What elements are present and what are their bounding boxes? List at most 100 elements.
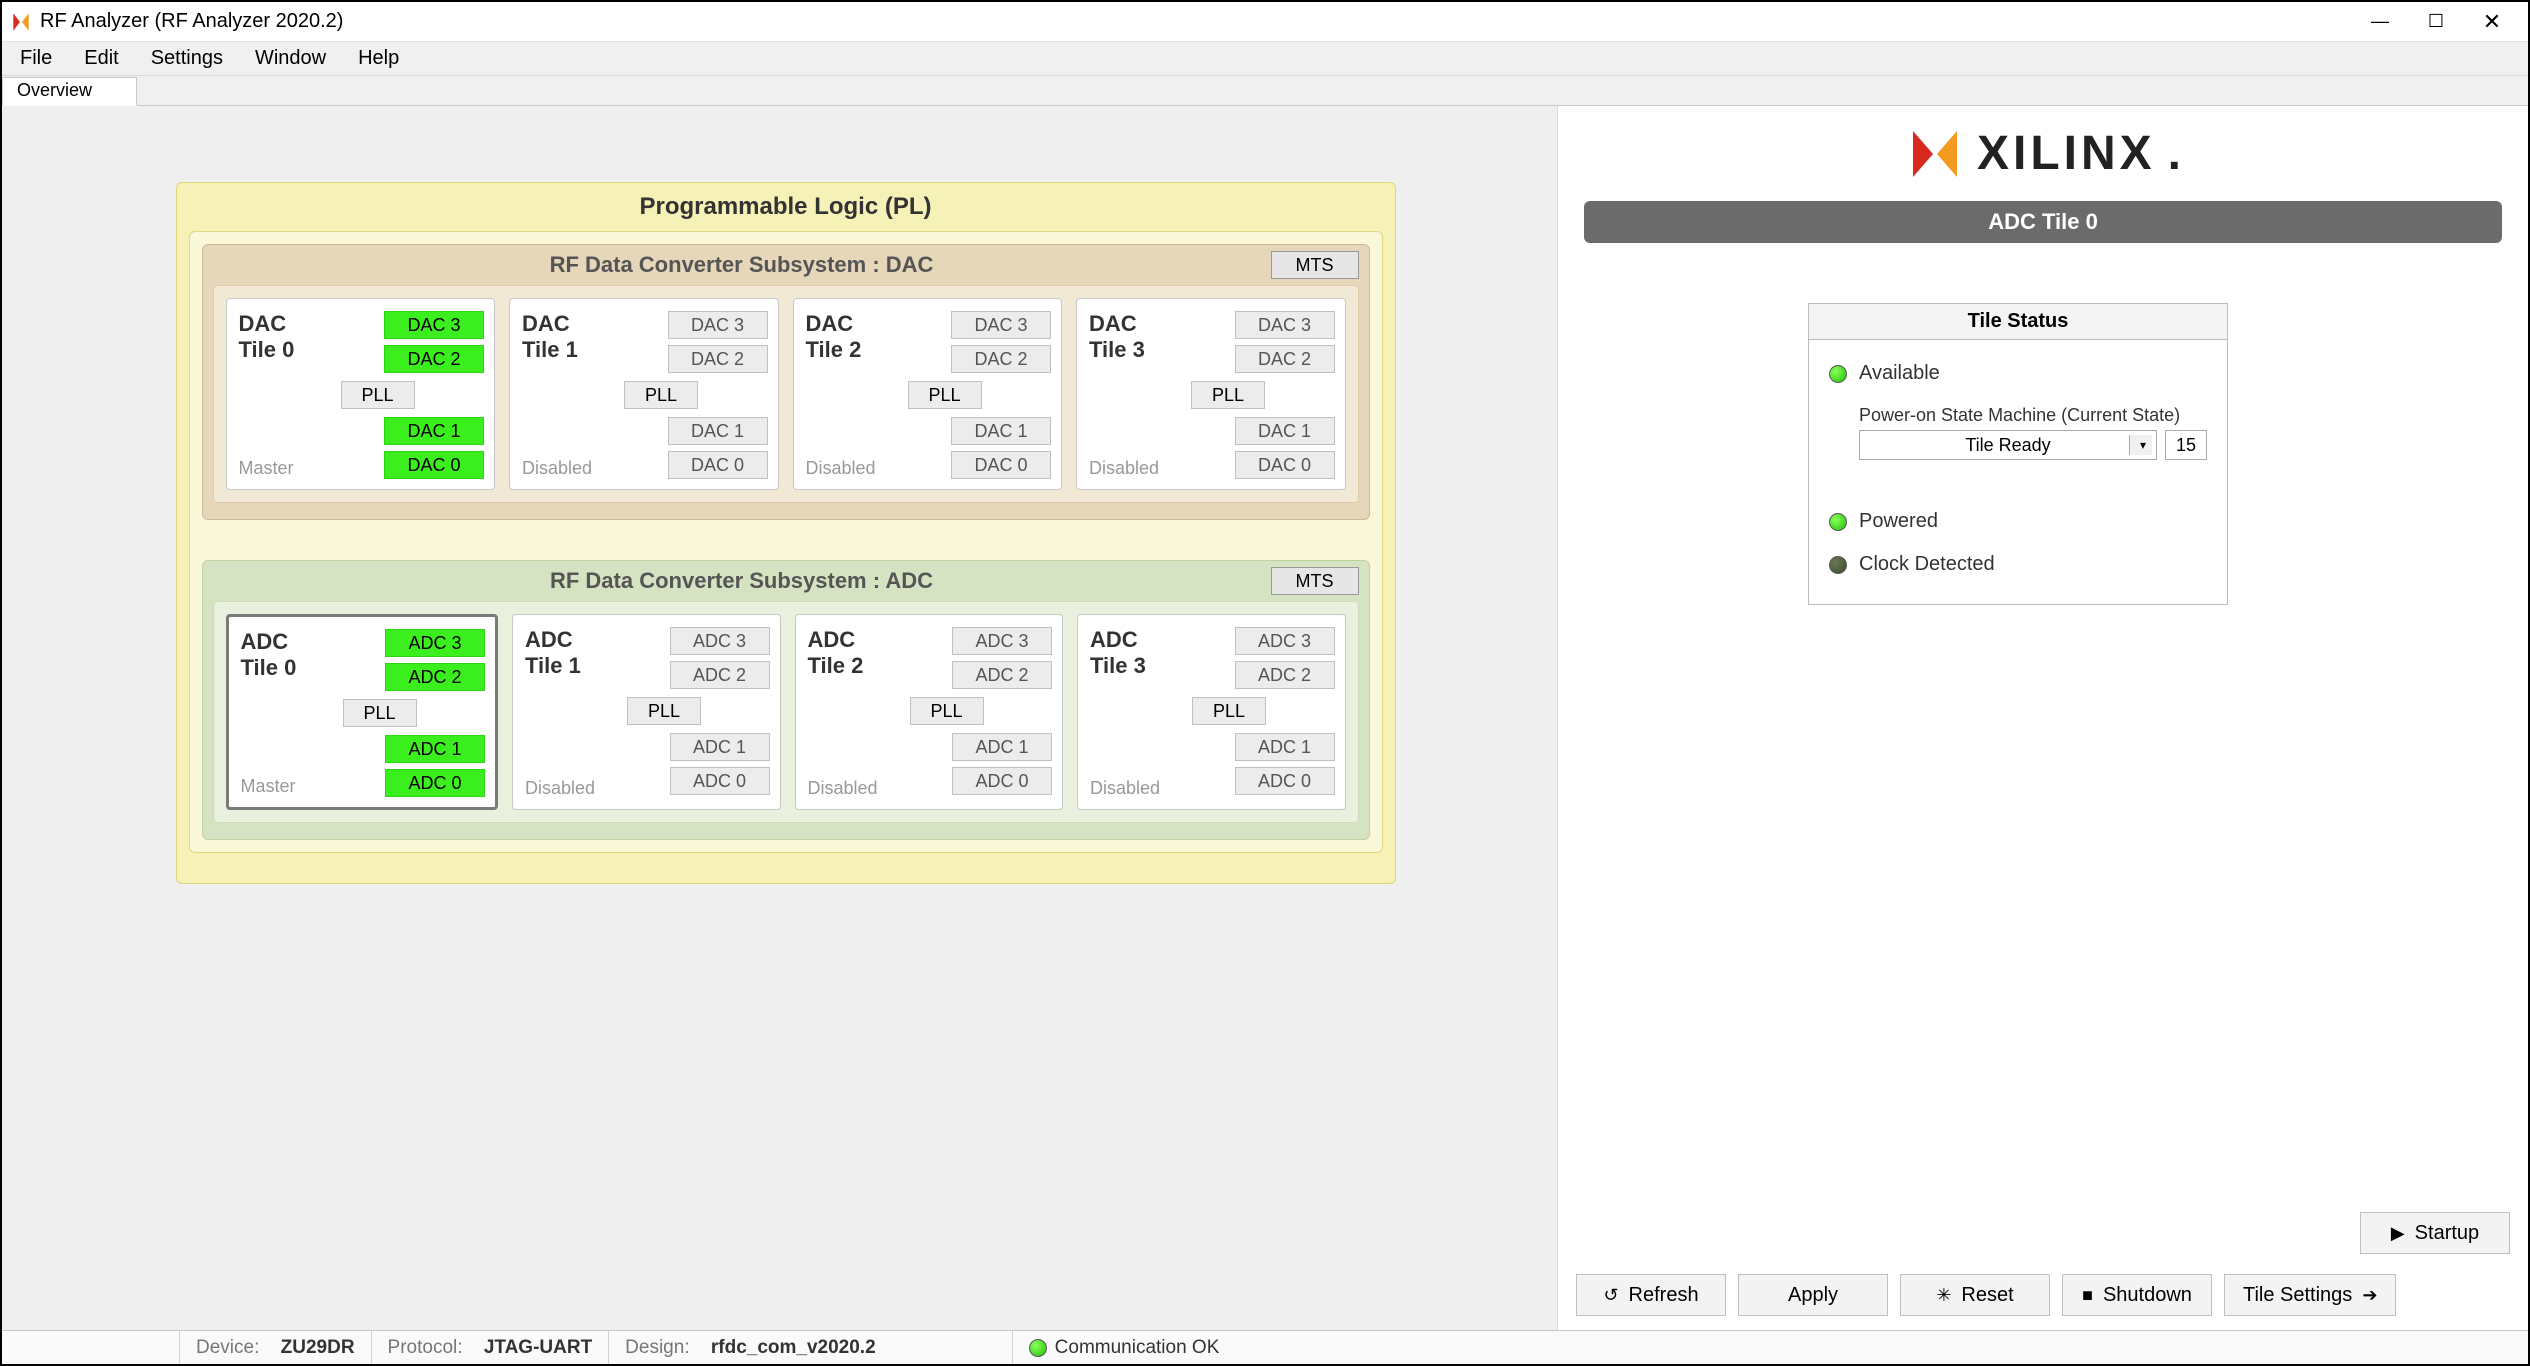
clock-detected-label: Clock Detected (1859, 553, 1995, 576)
reset-button[interactable]: ✳Reset (1900, 1274, 2050, 1316)
adc-channel[interactable]: ADC 1 (670, 733, 770, 761)
stop-icon: ■ (2082, 1285, 2093, 1306)
dac-channel[interactable]: DAC 1 (384, 417, 484, 445)
dac-channel[interactable]: DAC 1 (951, 417, 1051, 445)
menu-settings[interactable]: Settings (139, 43, 235, 74)
led-powered-icon (1829, 513, 1847, 531)
adc-tile-3[interactable]: ADC Tile 3 Disabled ADC 3 ADC 2 PLL ADC … (1077, 614, 1346, 810)
adc-tile-0[interactable]: ADC Tile 0 Master ADC 3 ADC 2 PLL ADC 1 … (226, 614, 499, 810)
sb-comm: Communication OK (1055, 1337, 1220, 1359)
dac-channel[interactable]: DAC 0 (384, 451, 484, 479)
dac-channel[interactable]: DAC 0 (1235, 451, 1335, 479)
menubar: File Edit Settings Window Help (2, 42, 2528, 76)
pll-button[interactable]: PLL (1191, 381, 1265, 409)
adc-channel[interactable]: ADC 3 (385, 629, 485, 657)
adc-channel[interactable]: ADC 1 (952, 733, 1052, 761)
brand-logo: XILINX. (1558, 106, 2528, 201)
tab-overview[interactable]: Overview (2, 77, 137, 106)
adc-channel[interactable]: ADC 1 (1235, 733, 1335, 761)
maximize-button[interactable]: ☐ (2408, 5, 2464, 39)
adc-tile-2[interactable]: ADC Tile 2 Disabled ADC 3 ADC 2 PLL ADC … (795, 614, 1064, 810)
state-machine-value[interactable] (2165, 430, 2207, 460)
adc-mts-button[interactable]: MTS (1271, 567, 1359, 595)
dac-channel[interactable]: DAC 2 (951, 345, 1051, 373)
state-machine-select[interactable]: Tile Ready ▾ (1859, 430, 2157, 460)
pll-button[interactable]: PLL (624, 381, 698, 409)
adc-channel[interactable]: ADC 3 (670, 627, 770, 655)
menu-help[interactable]: Help (346, 43, 411, 74)
tile-name: DAC Tile 3 (1089, 311, 1177, 364)
reset-icon: ✳ (1936, 1285, 1951, 1306)
pll-button[interactable]: PLL (627, 697, 701, 725)
pll-button[interactable]: PLL (910, 697, 984, 725)
dac-channel[interactable]: DAC 0 (668, 451, 768, 479)
dac-channel[interactable]: DAC 3 (951, 311, 1051, 339)
dac-channel[interactable]: DAC 3 (1235, 311, 1335, 339)
tile-status: Disabled (806, 458, 894, 479)
menu-edit[interactable]: Edit (72, 43, 130, 74)
refresh-button[interactable]: ↺Refresh (1576, 1274, 1726, 1316)
sb-protocol-label: Protocol: (388, 1337, 463, 1359)
adc-channel[interactable]: ADC 2 (670, 661, 770, 689)
dac-channel[interactable]: DAC 1 (668, 417, 768, 445)
pl-title: Programmable Logic (PL) (177, 183, 1395, 231)
adc-channel[interactable]: ADC 2 (385, 663, 485, 691)
apply-button[interactable]: Apply (1738, 1274, 1888, 1316)
selected-tile-heading: ADC Tile 0 (1584, 201, 2502, 243)
adc-tile-1[interactable]: ADC Tile 1 Disabled ADC 3 ADC 2 PLL ADC … (512, 614, 781, 810)
shutdown-button[interactable]: ■Shutdown (2062, 1274, 2212, 1316)
dac-channel[interactable]: DAC 2 (1235, 345, 1335, 373)
tile-settings-button[interactable]: Tile Settings➔ (2224, 1274, 2396, 1316)
overview-panel: Programmable Logic (PL) RF Data Converte… (2, 106, 1557, 1330)
close-button[interactable]: ✕ (2464, 5, 2520, 39)
tab-bar: Overview (2, 76, 2528, 106)
sb-device: ZU29DR (281, 1337, 355, 1359)
window-title: RF Analyzer (RF Analyzer 2020.2) (40, 10, 343, 33)
dac-channel[interactable]: DAC 0 (951, 451, 1051, 479)
minimize-button[interactable]: — (2352, 5, 2408, 39)
dac-channel[interactable]: DAC 3 (384, 311, 484, 339)
adc-channel[interactable]: ADC 2 (1235, 661, 1335, 689)
pll-button[interactable]: PLL (1192, 697, 1266, 725)
menu-window[interactable]: Window (243, 43, 338, 74)
pll-button[interactable]: PLL (908, 381, 982, 409)
adc-channel[interactable]: ADC 2 (952, 661, 1052, 689)
led-clock-icon (1829, 556, 1847, 574)
statusbar: Device: ZU29DR Protocol: JTAG-UART Desig… (2, 1330, 2528, 1364)
tile-status: Master (241, 776, 329, 797)
tile-status: Master (239, 458, 327, 479)
tile-status: Disabled (522, 458, 610, 479)
adc-channel[interactable]: ADC 1 (385, 735, 485, 763)
dac-channel[interactable]: DAC 2 (384, 345, 484, 373)
chevron-down-icon: ▾ (2140, 438, 2146, 452)
adc-channel[interactable]: ADC 0 (1235, 767, 1335, 795)
arrow-right-icon: ➔ (2362, 1285, 2377, 1306)
titlebar: RF Analyzer (RF Analyzer 2020.2) — ☐ ✕ (2, 2, 2528, 42)
tile-status: Disabled (1089, 458, 1177, 479)
dac-channel[interactable]: DAC 1 (1235, 417, 1335, 445)
sb-device-label: Device: (196, 1337, 259, 1359)
dac-tile-2[interactable]: DAC Tile 2 Disabled DAC 3 DAC 2 PLL DAC … (793, 298, 1063, 490)
adc-channel[interactable]: ADC 0 (670, 767, 770, 795)
startup-button[interactable]: ▶Startup (2360, 1212, 2510, 1254)
app-icon (10, 11, 32, 33)
tile-name: DAC Tile 2 (806, 311, 894, 364)
state-machine-label: Power-on State Machine (Current State) (1859, 405, 2207, 426)
dac-tile-1[interactable]: DAC Tile 1 Disabled DAC 3 DAC 2 PLL DAC … (509, 298, 779, 490)
adc-channel[interactable]: ADC 3 (952, 627, 1052, 655)
tile-name: ADC Tile 3 (1090, 627, 1178, 680)
tile-status-title: Tile Status (1809, 304, 2227, 340)
dac-tile-3[interactable]: DAC Tile 3 Disabled DAC 3 DAC 2 PLL DAC … (1076, 298, 1346, 490)
adc-channel[interactable]: ADC 3 (1235, 627, 1335, 655)
pll-button[interactable]: PLL (343, 699, 417, 727)
xilinx-icon (1905, 127, 1965, 181)
adc-channel[interactable]: ADC 0 (952, 767, 1052, 795)
menu-file[interactable]: File (8, 43, 64, 74)
pll-button[interactable]: PLL (341, 381, 415, 409)
dac-channel[interactable]: DAC 3 (668, 311, 768, 339)
dac-tile-0[interactable]: DAC Tile 0 Master DAC 3 DAC 2 PLL DAC 1 … (226, 298, 496, 490)
programmable-logic-block: Programmable Logic (PL) RF Data Converte… (176, 182, 1396, 884)
dac-channel[interactable]: DAC 2 (668, 345, 768, 373)
adc-channel[interactable]: ADC 0 (385, 769, 485, 797)
dac-mts-button[interactable]: MTS (1271, 251, 1359, 279)
